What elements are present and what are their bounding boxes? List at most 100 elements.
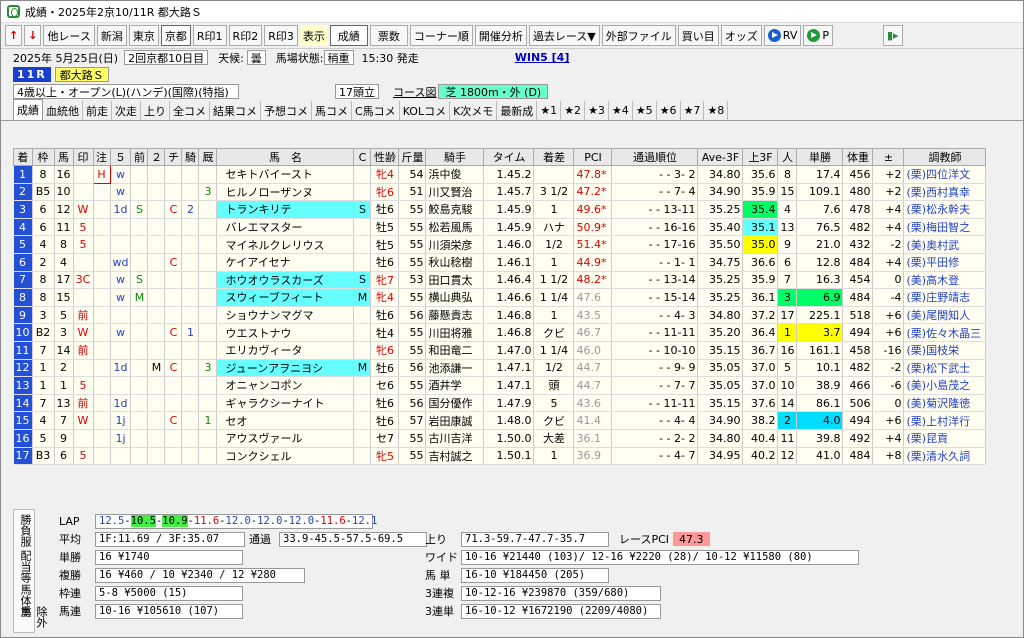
cell-16: 1.46.1 — [483, 253, 535, 272]
tab-10[interactable]: KOLコメ — [399, 101, 451, 120]
tab-18[interactable]: ★6 — [656, 101, 681, 120]
cell-6 — [130, 323, 149, 342]
side-tab-haitou[interactable]: 配当等 — [17, 550, 33, 583]
table-row[interactable]: 15 4 7 W 1j C 1 セオ 牡6 57 岩田康誠 1.48.0 クビ 41.4- - 4- 43… — [13, 411, 987, 430]
side-tab-shoubufuku[interactable]: 勝負服 — [17, 514, 33, 547]
tab-6[interactable]: 結果コメ — [210, 101, 261, 120]
other-race-button[interactable]: 他レース — [43, 25, 95, 46]
column-header-2[interactable]: 馬 — [53, 148, 74, 166]
column-header-6[interactable]: 前 — [130, 148, 149, 166]
win5-link[interactable]: WIN5 [4] — [515, 51, 570, 64]
column-header-13[interactable]: 性齢 — [370, 148, 400, 166]
p-button[interactable]: P — [803, 25, 833, 46]
tab-11[interactable]: K次メモ — [450, 101, 498, 120]
table-row[interactable]: 3 6 12 W 1d S C 2 トランキリテ S 牡6 55 鮫島克駿 1.45.9 1 49.6* - -… — [13, 200, 987, 219]
column-header-7[interactable]: ２ — [147, 148, 166, 166]
tab-15[interactable]: ★3 — [585, 101, 609, 120]
column-header-25[interactable]: ± — [872, 148, 905, 166]
column-header-15[interactable]: 騎手 — [425, 148, 485, 166]
column-header-18[interactable]: PCI — [573, 148, 613, 166]
tab-7[interactable]: 予想コメ — [261, 101, 312, 120]
tab-1[interactable]: 血統他 — [43, 101, 83, 120]
column-header-22[interactable]: 人 — [777, 148, 798, 166]
column-header-21[interactable]: 上3F — [742, 148, 779, 166]
tab-4[interactable]: 上り — [141, 101, 170, 120]
cell-3: 前 — [73, 341, 94, 360]
lap-time: 12.5 — [99, 515, 125, 527]
table-row[interactable]: 16 5 9 1j アウスヴァール セ7 55 古川吉洋 1.50.0 大差 36.1- - 2- … — [13, 429, 987, 448]
tab-8[interactable]: 馬コメ — [312, 101, 352, 120]
column-header-1[interactable]: 枠 — [31, 148, 55, 166]
odds-button[interactable]: オッズ — [720, 25, 762, 46]
tab-19[interactable]: ★7 — [680, 101, 705, 120]
column-header-20[interactable]: Ave-3F — [697, 148, 744, 166]
column-header-9[interactable]: 騎 — [181, 148, 200, 166]
column-header-3[interactable]: 印 — [72, 148, 94, 166]
arrow-down-icon: ↓ — [28, 29, 38, 42]
table-row[interactable]: 13 1 1 5 オニャンコポン セ6 55 酒井学 1.47.1 頭 44.7- - 7- 7 35… — [13, 376, 987, 395]
kaime-button[interactable]: 買い目 — [677, 25, 719, 46]
seiseki-button[interactable]: 成績 — [329, 25, 368, 46]
venue-button-niigata[interactable]: 新潟 — [96, 25, 127, 46]
rv-button[interactable]: RV — [763, 25, 802, 46]
tab-14[interactable]: ★2 — [561, 101, 586, 120]
table-row[interactable]: 9 3 5 前ショウナンマグマ 牡6 56 藤懸貴志 1.46.8 1 43.5- - 4- 33… — [13, 306, 987, 325]
table-row[interactable]: 1 8 16 Hw セキトバイースト 牝4 54 浜中俊 1.45.2 47.8* - - 3- 2… — [13, 165, 987, 184]
table-row[interactable]: 12 1 2 1d M C 3 ジューンアヲニヨシ M 牡6 56 池添謙一 1.47.1 1/2 44.7… — [13, 359, 987, 378]
past-race-button[interactable]: 過去レース▼ — [528, 25, 600, 46]
tab-16[interactable]: ★4 — [608, 101, 633, 120]
column-header-4[interactable]: 注 — [92, 148, 111, 166]
table-row[interactable]: 5 4 8 5 マイネルクレリウス 牡5 55 川須栄彦 1.46.0 1/2 51.4* - - 1… — [13, 235, 987, 254]
hyousuu-button[interactable]: 票数 — [369, 25, 408, 46]
rmark3-button[interactable]: R印3 — [264, 25, 298, 46]
column-header-23[interactable]: 単勝 — [796, 148, 844, 166]
column-header-24[interactable]: 体重 — [842, 148, 874, 166]
column-header-0[interactable]: 着 — [13, 148, 33, 166]
rmark1-button[interactable]: R印1 — [192, 25, 227, 46]
column-header-16[interactable]: タイム — [483, 148, 535, 166]
tab-9[interactable]: C馬コメ — [352, 101, 400, 120]
next-race-button[interactable]: ↓ — [24, 25, 42, 46]
tab-0[interactable]: 成績 — [13, 99, 43, 120]
column-header-11[interactable]: 馬 名 — [216, 148, 355, 166]
course-map-link[interactable]: コース図 — [393, 84, 436, 100]
table-row[interactable]: 11 7 14 前 エリカヴィータ 牝6 55 和田竜二 1.47.0 1 1/4 46.0- - … — [13, 341, 987, 360]
cell-9: 2 — [181, 200, 200, 219]
external-file-button[interactable]: 外部ファイル — [601, 25, 676, 46]
table-row[interactable]: 6 2 4 wd C ケイアイセナ 牡6 55 秋山稔樹 1.46.1 1 44.9* - - 1- 1… — [13, 253, 987, 272]
column-header-14[interactable]: 斤量 — [398, 148, 427, 166]
column-header-5[interactable]: ５ — [109, 148, 132, 166]
venue-button-kyoto[interactable]: 京都 — [160, 25, 191, 46]
rmark2-button[interactable]: R印2 — [228, 25, 263, 46]
column-header-10[interactable]: 厩 — [198, 148, 218, 166]
table-row[interactable]: 2 B5 10 w 3 ヒルノローザンヌ 牝6 51 川又賢治 1.45.7 3 1/2 47.2* -… — [13, 183, 987, 202]
column-header-26[interactable]: 調教師 — [903, 148, 987, 166]
corner-order-button[interactable]: コーナー順 — [409, 25, 473, 46]
tab-17[interactable]: ★5 — [632, 101, 657, 120]
tab-12[interactable]: 最新成 — [497, 101, 538, 120]
tab-5[interactable]: 全コメ — [170, 101, 210, 120]
column-header-12[interactable]: C — [353, 148, 372, 166]
table-row[interactable]: 10 B2 3 Ww C 1 ウエストナウ 牡4 55 川田将雅 1.46.8 クビ 46.7- - 1… — [13, 323, 987, 342]
cell-26: (栗)平田修 — [903, 253, 987, 272]
prev-race-button[interactable]: ↑ — [5, 25, 23, 46]
tab-13[interactable]: ★1 — [537, 101, 562, 120]
exit-button[interactable]: ▮▸ — [883, 25, 903, 46]
tab-3[interactable]: 次走 — [112, 101, 141, 120]
lap-row: LAP 12.5-10.5-10.9-11.6-12.0-12.0-12.0-1… — [59, 513, 377, 529]
kaisai-analysis-button[interactable]: 開催分析 — [474, 25, 527, 46]
venue-button-tokyo[interactable]: 東京 — [128, 25, 159, 46]
table-row[interactable]: 14 7 13 前 1d ギャラクシーナイト 牡6 56 国分優作 1.47.9 5 43.6- - … — [13, 394, 987, 413]
cell-4 — [93, 183, 111, 202]
table-row[interactable]: 7 8 17 3C w S ホウオウラスカーズ S 牝7 53 田口貫太 1.46.4 1 1/2 48.… — [13, 271, 987, 290]
cell-16: 1.46.6 — [483, 288, 535, 307]
column-header-19[interactable]: 通過順位 — [611, 148, 699, 166]
table-row[interactable]: 8 8 15 w M スウィーブフィート M 牝4 55 横山典弘 1.46.6 1 1/4 47.6-… — [13, 288, 987, 307]
table-row[interactable]: 4 6 11 5 バレエマスター 牡5 55 松若風馬 1.45.9 ハナ 50.9* - - 16-… — [13, 218, 987, 237]
column-header-8[interactable]: チ — [164, 148, 183, 166]
tab-20[interactable]: ★8 — [704, 101, 729, 120]
column-header-17[interactable]: 着差 — [533, 148, 575, 166]
table-row[interactable]: 17 B3 6 5 コンクシェル 牝5 55 吉村誠之 1.50.1 1 36.9- - 4- 73… — [13, 447, 987, 466]
side-tab-jogaiba[interactable]: 除外馬 — [17, 606, 49, 632]
tab-2[interactable]: 前走 — [83, 101, 112, 120]
